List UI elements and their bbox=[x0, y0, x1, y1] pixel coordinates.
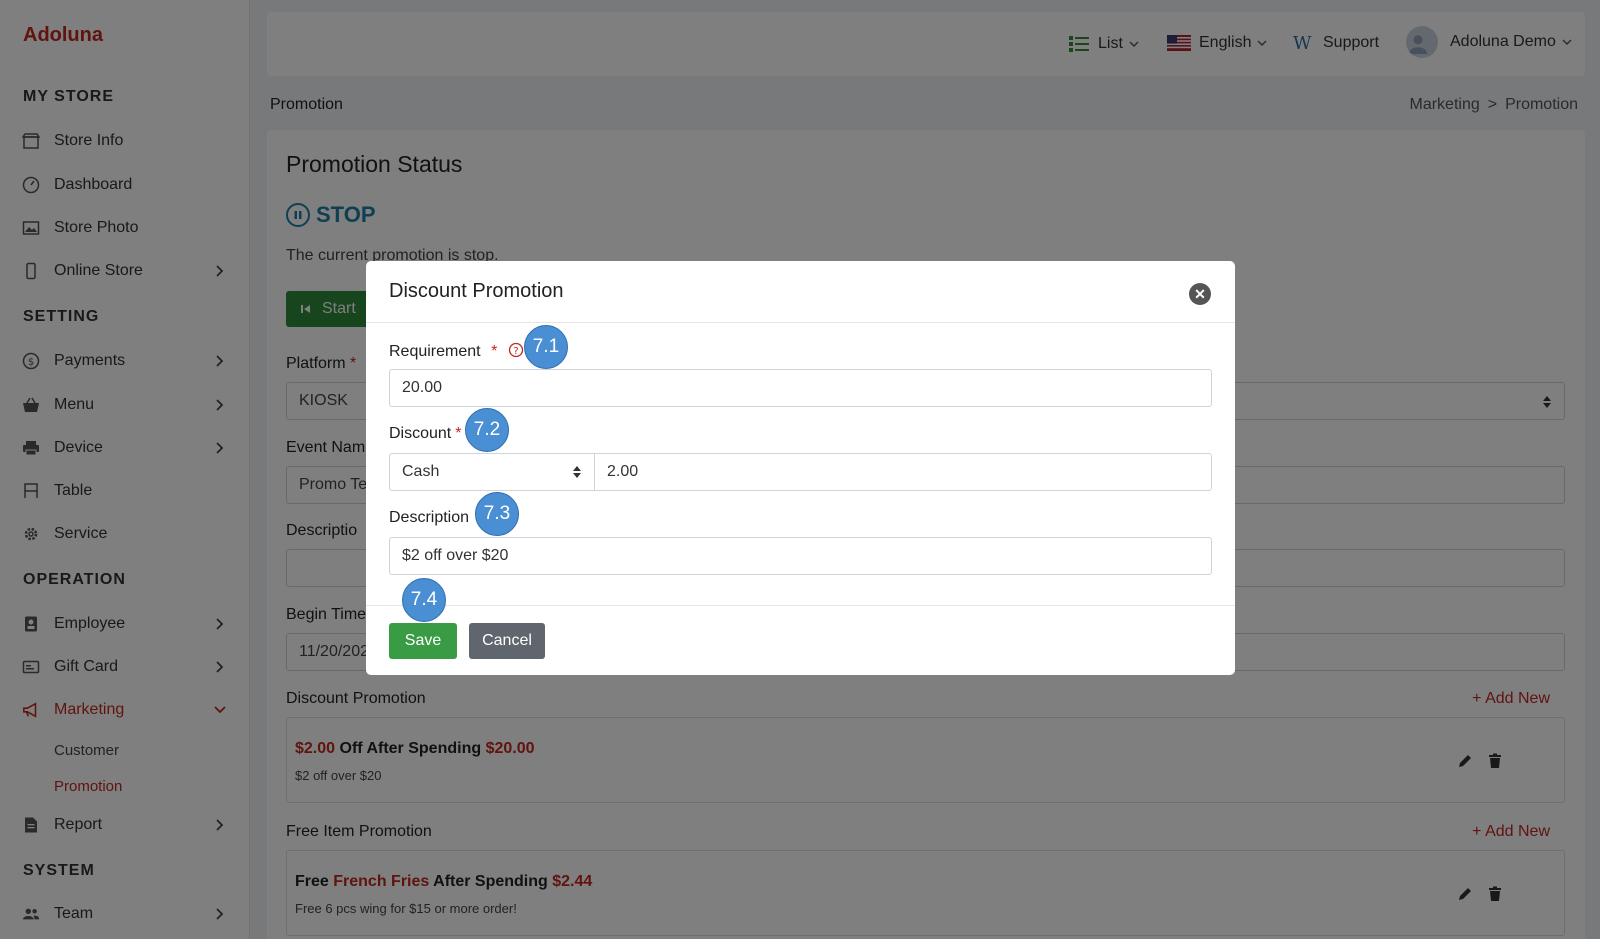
requirement-label: Requirement * ? bbox=[389, 342, 524, 361]
select-arrows-icon bbox=[573, 466, 581, 478]
step-badge: 7.3 bbox=[475, 492, 519, 536]
discount-type-select[interactable]: Cash bbox=[389, 453, 595, 491]
discount-value: 2.00 bbox=[607, 463, 639, 480]
step-badge: 7.1 bbox=[524, 325, 568, 369]
description-input[interactable]: $2 off over $20 bbox=[389, 537, 1212, 575]
cancel-button[interactable]: Cancel bbox=[469, 623, 545, 659]
save-button[interactable]: Save bbox=[389, 623, 457, 659]
discount-promotion-modal: Discount Promotion ✕ Requirement * ? 20.… bbox=[366, 261, 1235, 675]
step-badge: 7.4 bbox=[402, 578, 446, 622]
required-mark: * bbox=[455, 425, 462, 442]
close-icon[interactable]: ✕ bbox=[1189, 283, 1211, 305]
requirement-label-text: Requirement bbox=[389, 343, 481, 360]
modal-header: Discount Promotion ✕ bbox=[366, 261, 1235, 323]
discount-type-value: Cash bbox=[402, 463, 440, 480]
required-mark: * bbox=[491, 343, 498, 360]
discount-label-text: Discount bbox=[389, 425, 452, 442]
requirement-input[interactable]: 20.00 bbox=[389, 369, 1212, 407]
svg-text:?: ? bbox=[513, 346, 518, 357]
description-value: $2 off over $20 bbox=[402, 547, 509, 564]
help-icon[interactable]: ? bbox=[508, 342, 524, 358]
requirement-value: 20.00 bbox=[402, 379, 443, 396]
modal-title: Discount Promotion bbox=[389, 280, 564, 302]
discount-label: Discount * bbox=[389, 425, 461, 443]
step-badge: 7.2 bbox=[465, 408, 509, 452]
description-label: Description bbox=[389, 509, 470, 526]
discount-value-input[interactable]: 2.00 bbox=[594, 453, 1212, 491]
